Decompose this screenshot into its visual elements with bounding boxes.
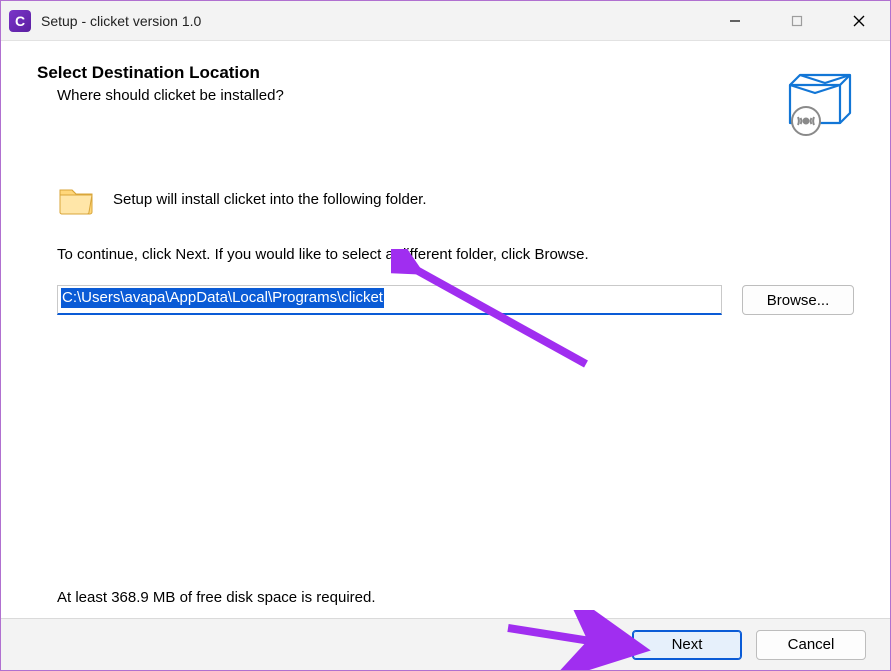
install-path-input[interactable] (57, 285, 722, 315)
page-subheading: Where should clicket be installed? (57, 87, 284, 104)
next-button[interactable]: Next (632, 630, 742, 660)
minimize-icon (729, 15, 741, 27)
folder-icon (57, 180, 95, 218)
browse-button[interactable]: Browse... (742, 285, 854, 315)
wizard-page: Select Destination Location Where should… (1, 41, 890, 618)
instruction-text: To continue, click Next. If you would li… (57, 246, 854, 263)
maximize-icon (791, 15, 803, 27)
app-icon-letter: C (15, 13, 25, 29)
window-title: Setup - clicket version 1.0 (41, 13, 201, 29)
maximize-button[interactable] (766, 1, 828, 41)
close-icon (853, 15, 865, 27)
cancel-button[interactable]: Cancel (756, 630, 866, 660)
disk-space-text: At least 368.9 MB of free disk space is … (57, 589, 376, 606)
wizard-logo (776, 63, 854, 146)
page-heading: Select Destination Location (37, 63, 284, 83)
minimize-button[interactable] (704, 1, 766, 41)
wizard-footer: Next Cancel (1, 618, 890, 670)
close-button[interactable] (828, 1, 890, 41)
app-icon: C (9, 10, 31, 32)
install-path-field-wrap: C:\Users\avapa\AppData\Local\Programs\cl… (57, 285, 722, 315)
install-line-text: Setup will install clicket into the foll… (113, 191, 427, 208)
titlebar: C Setup - clicket version 1.0 (1, 1, 890, 41)
